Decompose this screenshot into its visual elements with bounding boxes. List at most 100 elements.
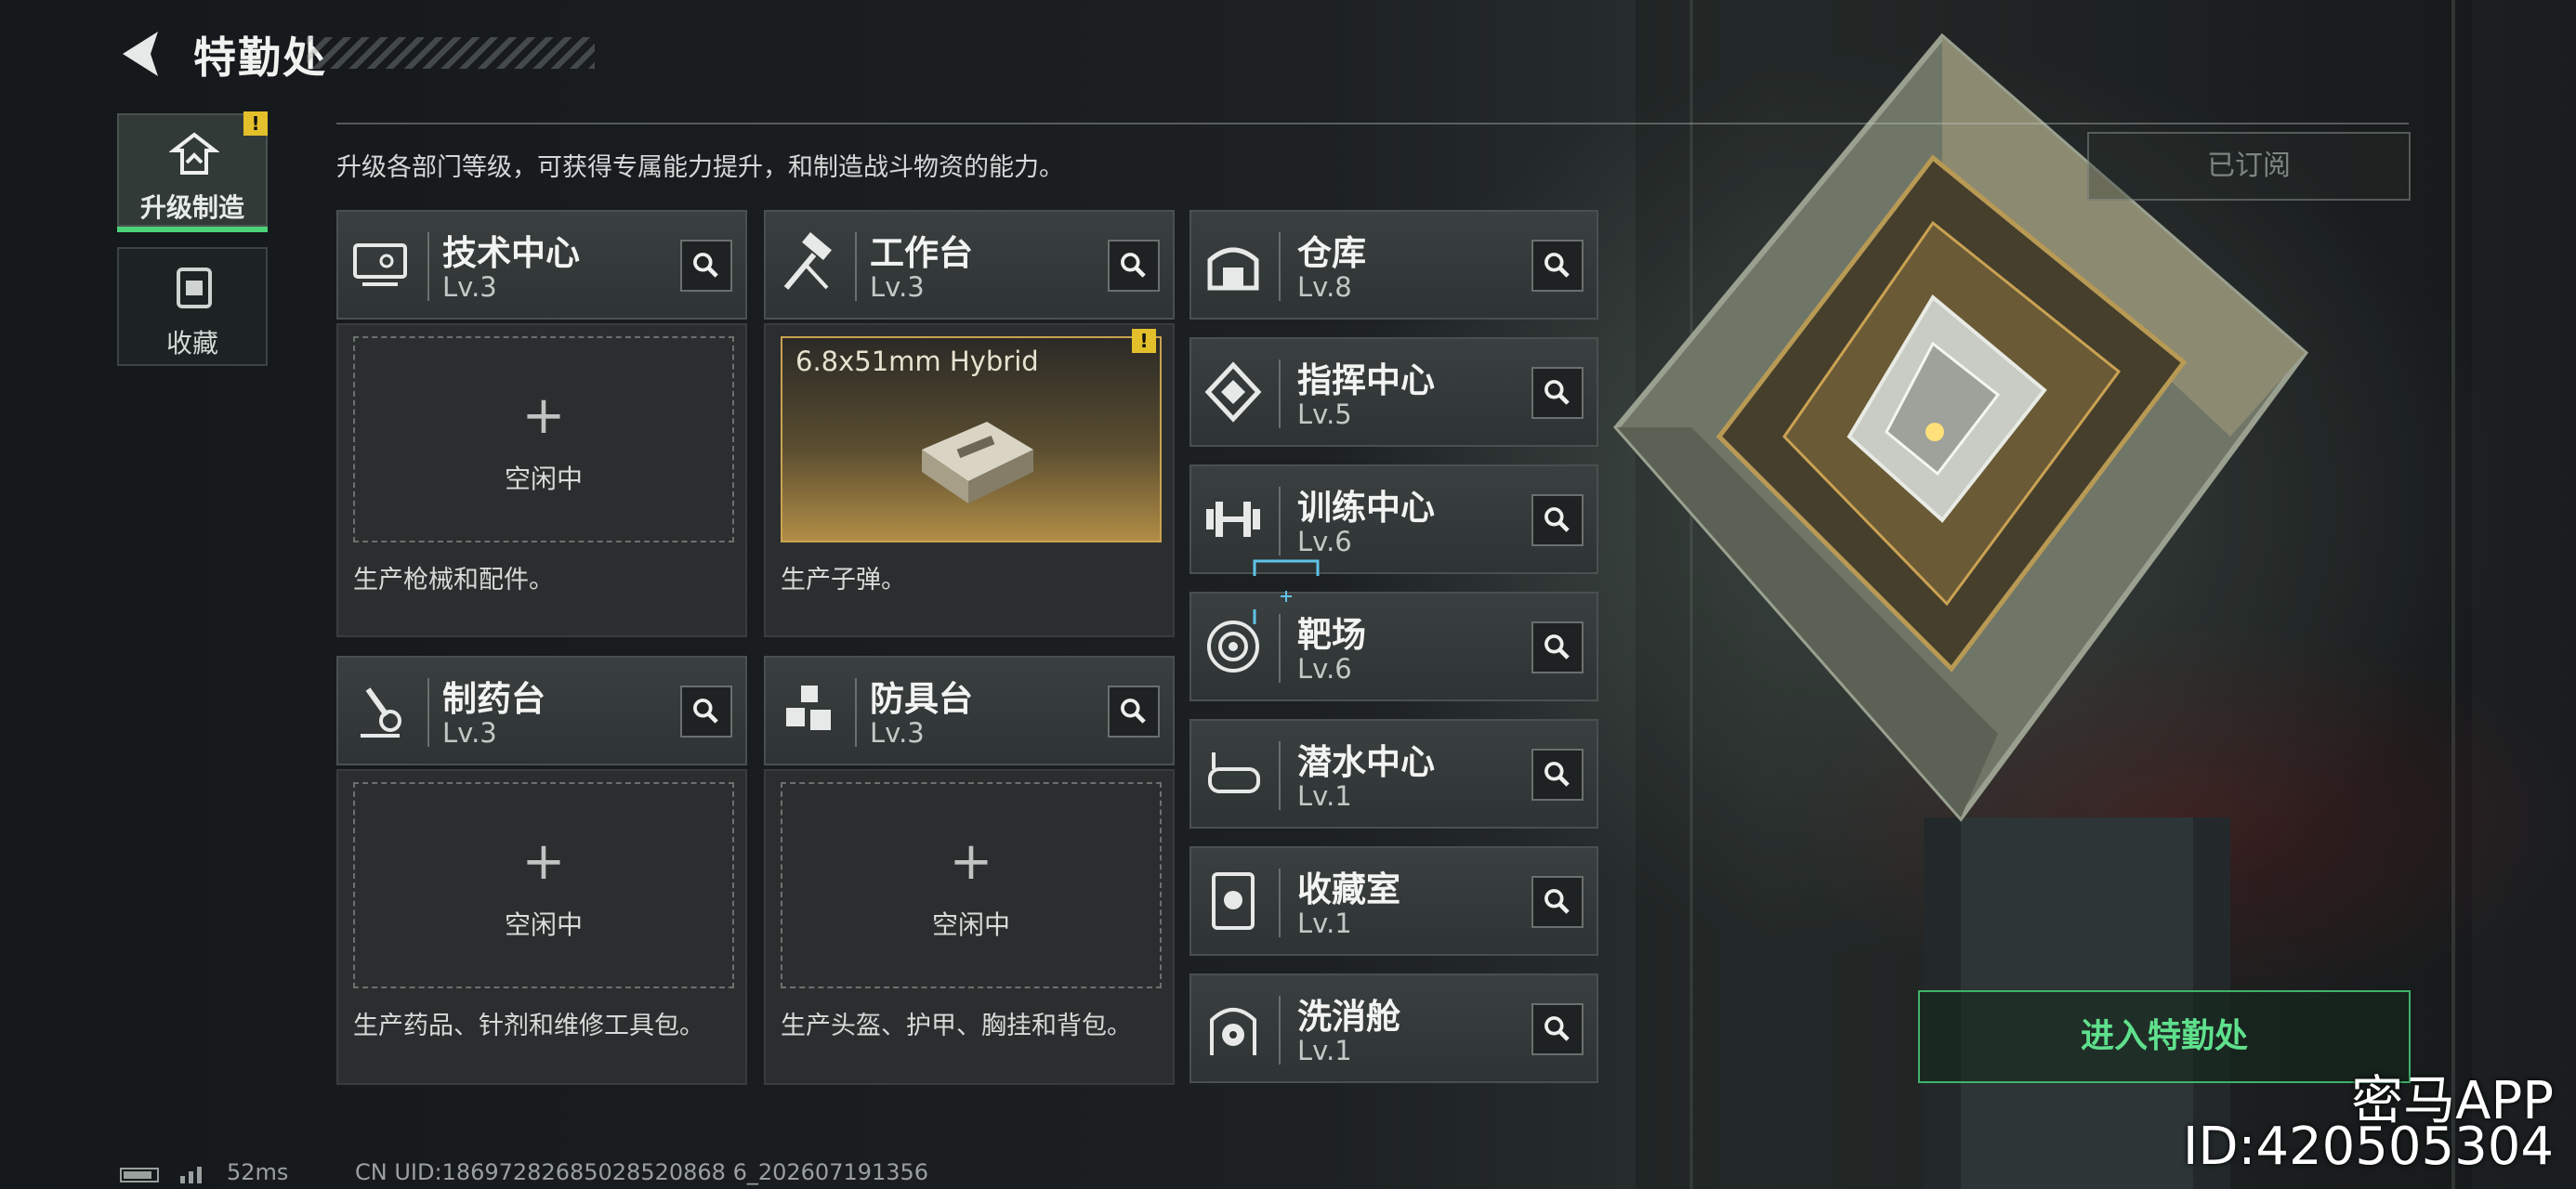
tab-collection[interactable]: 收藏 bbox=[117, 247, 268, 366]
tech-center-icon bbox=[353, 243, 407, 286]
slot-status: 空闲中 bbox=[504, 909, 583, 940]
search-icon[interactable] bbox=[1531, 494, 1584, 546]
search-icon[interactable] bbox=[680, 240, 732, 292]
facility-level: Lv.1 bbox=[1297, 1035, 1352, 1066]
facility-card-command-center[interactable]: 指挥中心 Lv.5 bbox=[1189, 337, 1598, 447]
facility-card-warehouse[interactable]: 仓库 Lv.8 bbox=[1189, 210, 1598, 320]
card-separator bbox=[855, 232, 857, 301]
ping-indicator: 52ms bbox=[227, 1159, 289, 1185]
workstation-level: Lv.3 bbox=[442, 717, 497, 749]
workstation-desc: 生产枪械和配件。 bbox=[353, 566, 554, 594]
card-separator bbox=[427, 232, 429, 301]
search-icon[interactable] bbox=[1531, 749, 1584, 801]
facility-card-decon-chamber[interactable]: 洗消舱 Lv.1 bbox=[1189, 973, 1598, 1083]
search-icon[interactable] bbox=[1531, 621, 1584, 673]
production-slot-empty[interactable]: + 空闲中 bbox=[353, 336, 734, 542]
facility-name: 仓库 bbox=[1297, 233, 1366, 273]
product-alert-badge: ! bbox=[1132, 329, 1156, 353]
facility-name: 潜水中心 bbox=[1297, 742, 1435, 782]
card-separator bbox=[855, 678, 857, 747]
facility-name: 指挥中心 bbox=[1297, 360, 1435, 400]
facility-name: 训练中心 bbox=[1297, 488, 1435, 528]
card-separator bbox=[1279, 359, 1281, 428]
slot-status: 空闲中 bbox=[931, 909, 1010, 940]
card-separator bbox=[1279, 869, 1281, 937]
pharmacy-microscope-icon bbox=[361, 687, 401, 738]
facility-card-shooting-range[interactable]: 靶场 Lv.6 bbox=[1189, 592, 1598, 701]
add-icon: + bbox=[949, 831, 993, 892]
card-separator bbox=[1279, 741, 1281, 810]
search-icon[interactable] bbox=[1531, 876, 1584, 928]
facility-level: Lv.6 bbox=[1297, 526, 1352, 557]
workbench-hammer-icon bbox=[783, 232, 832, 290]
search-icon[interactable] bbox=[1531, 240, 1584, 292]
facility-card-collection-room[interactable]: 收藏室 Lv.1 bbox=[1189, 846, 1598, 956]
collection-icon bbox=[177, 268, 212, 308]
tab-alert-badge: ! bbox=[243, 111, 268, 136]
user-uid: CN UID:18697282685028520868 6_2026071913… bbox=[355, 1159, 929, 1185]
slot-status: 空闲中 bbox=[504, 464, 583, 494]
diving-goggles-icon bbox=[1208, 752, 1260, 793]
facility-card-training-center[interactable]: 训练中心 Lv.6 bbox=[1189, 464, 1598, 574]
workstation-level: Lv.3 bbox=[870, 271, 925, 303]
workstation-name: 工作台 bbox=[870, 233, 973, 273]
search-icon[interactable] bbox=[1531, 367, 1584, 419]
workstation-body-workbench: 6.8x51mm Hybrid 生产子弹。 bbox=[764, 323, 1175, 637]
workstation-name: 技术中心 bbox=[442, 233, 580, 273]
armor-bench-icon bbox=[786, 686, 831, 730]
facility-level: Lv.6 bbox=[1297, 653, 1352, 685]
workstation-level: Lv.3 bbox=[442, 271, 497, 303]
production-slot-empty[interactable]: + 空闲中 bbox=[353, 782, 734, 988]
dumbbell-icon bbox=[1206, 502, 1260, 537]
card-separator bbox=[1279, 232, 1281, 301]
facility-level: Lv.8 bbox=[1297, 271, 1352, 303]
ammo-box-icon bbox=[922, 422, 1033, 503]
facility-level: Lv.1 bbox=[1297, 780, 1352, 812]
facility-level: Lv.1 bbox=[1297, 908, 1352, 939]
enter-special-ops-button[interactable]: 进入特勤处 bbox=[1918, 990, 2411, 1083]
workstation-body-pharmacy: + 空闲中 生产药品、针剂和维修工具包。 bbox=[336, 769, 747, 1085]
search-icon[interactable] bbox=[1108, 686, 1160, 738]
page-description: 升级各部门等级，可获得专属能力提升，和制造战斗物资的能力。 bbox=[336, 153, 1064, 182]
add-icon: + bbox=[521, 385, 566, 446]
active-tab-indicator bbox=[117, 227, 268, 232]
card-separator bbox=[427, 678, 429, 747]
workstation-card-pharmacy[interactable]: 制药台 Lv.3 bbox=[336, 656, 747, 765]
workstation-desc: 生产药品、针剂和维修工具包。 bbox=[353, 1012, 704, 1040]
workstation-desc: 生产子弹。 bbox=[781, 566, 906, 594]
facility-card-diving-center[interactable]: 潜水中心 Lv.1 bbox=[1189, 719, 1598, 829]
back-arrow-icon[interactable] bbox=[117, 28, 164, 80]
tab-collection-label: 收藏 bbox=[165, 328, 218, 359]
tab-upgrade-craft-label: 升级制造 bbox=[139, 192, 244, 223]
warehouse-icon bbox=[1207, 247, 1259, 291]
workstation-desc: 生产头盔、护甲、胸挂和背包。 bbox=[781, 1012, 1132, 1040]
watermark-id: ID:420505304 bbox=[2182, 1117, 2554, 1177]
workstation-level: Lv.3 bbox=[870, 717, 925, 749]
facility-name: 收藏室 bbox=[1297, 869, 1400, 909]
workstation-name: 制药台 bbox=[442, 679, 545, 719]
workstation-name: 防具台 bbox=[870, 679, 973, 719]
add-icon: + bbox=[521, 831, 566, 892]
search-icon[interactable] bbox=[1531, 1003, 1584, 1055]
card-separator bbox=[1279, 996, 1281, 1065]
facility-level: Lv.5 bbox=[1297, 399, 1352, 430]
production-slot-empty[interactable]: + 空闲中 bbox=[781, 782, 1162, 988]
battery-signal-icon bbox=[120, 1167, 202, 1183]
radiation-icon bbox=[1210, 1008, 1256, 1055]
collection-case-icon bbox=[1212, 872, 1255, 930]
subscribed-button[interactable]: 已订阅 bbox=[2087, 132, 2411, 201]
product-name: 6.8x51mm Hybrid bbox=[795, 346, 1039, 377]
command-center-icon bbox=[1204, 361, 1262, 423]
title-decoration bbox=[307, 37, 595, 69]
production-slot-active[interactable]: 6.8x51mm Hybrid bbox=[781, 336, 1162, 542]
workstation-card-tech-center[interactable]: 技术中心 Lv.3 bbox=[336, 210, 747, 320]
search-icon[interactable] bbox=[680, 686, 732, 738]
workstation-body-armor-bench: + 空闲中 生产头盔、护甲、胸挂和背包。 bbox=[764, 769, 1175, 1085]
card-separator bbox=[1279, 487, 1281, 555]
workstation-card-workbench[interactable]: 工作台 Lv.3 bbox=[764, 210, 1175, 320]
search-icon[interactable] bbox=[1108, 240, 1160, 292]
workstation-card-armor-bench[interactable]: 防具台 Lv.3 bbox=[764, 656, 1175, 765]
workstation-body-tech-center: + 空闲中 生产枪械和配件。 bbox=[336, 323, 747, 637]
facility-name: 洗消舱 bbox=[1297, 997, 1400, 1037]
section-divider bbox=[336, 123, 2409, 124]
